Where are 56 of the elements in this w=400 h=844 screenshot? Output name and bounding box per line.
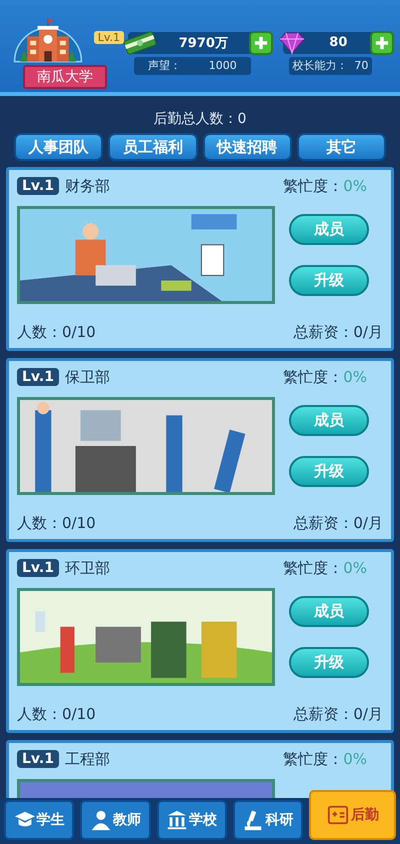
headcount-text: 人数：0/10 xyxy=(17,705,96,724)
school-level-tag: Lv.1 xyxy=(94,31,124,44)
microscope-icon xyxy=(242,809,264,831)
ability-value: 70 xyxy=(354,59,368,72)
reputation-value: 1000 xyxy=(208,59,237,72)
headcount-text: 人数：0/10 xyxy=(17,514,96,533)
cash-icon xyxy=(122,30,158,54)
nav-tab[interactable]: 学校 xyxy=(156,800,227,840)
busy-value: 0% xyxy=(343,176,367,194)
salary-text: 总薪资：0/月 xyxy=(293,514,383,533)
school-name-banner: 南瓜大学 xyxy=(23,65,107,89)
ability-label: 校长能力： xyxy=(292,58,348,73)
nav-tab[interactable]: 教师 xyxy=(80,800,151,840)
busy-label: 繁忙度： xyxy=(283,750,344,768)
logistics-total-text: 后勤总人数：0 xyxy=(152,110,248,129)
level-badge: Lv.1 xyxy=(17,368,59,386)
busy-label: 繁忙度： xyxy=(283,368,344,386)
building-columns-icon xyxy=(166,809,188,831)
reputation-label: 声望： xyxy=(148,58,181,73)
level-badge: Lv.1 xyxy=(17,750,59,768)
busy-value: 0% xyxy=(343,558,367,576)
level-badge: Lv.1 xyxy=(17,559,59,577)
category-tab[interactable]: 员工福利 xyxy=(108,133,198,161)
nav-tab[interactable]: 科研 xyxy=(232,800,304,840)
category-tab[interactable]: 快速招聘 xyxy=(202,133,292,161)
person-icon xyxy=(90,809,112,831)
busy-label: 繁忙度： xyxy=(283,558,344,576)
category-tab[interactable]: 其它 xyxy=(296,133,386,161)
department-name: 工程部 xyxy=(64,750,111,768)
salary-text: 总薪资：0/月 xyxy=(293,323,383,342)
money-value: 7970万 xyxy=(178,34,229,52)
department-name: 财务部 xyxy=(64,176,111,196)
plus-icon xyxy=(254,36,268,50)
department-action-button[interactable]: 成员 xyxy=(289,596,369,627)
department-action-button[interactable]: 成员 xyxy=(289,405,369,436)
department-action-button[interactable]: 升级 xyxy=(289,456,369,487)
busy-label: 繁忙度： xyxy=(283,176,344,194)
salary-text: 总薪资：0/月 xyxy=(293,705,383,724)
nav-tab[interactable]: 学生 xyxy=(4,800,74,840)
department-action-button[interactable]: 升级 xyxy=(289,647,369,678)
plus-icon xyxy=(375,36,389,50)
headcount-text: 人数：0/10 xyxy=(17,323,96,342)
department-name: 保卫部 xyxy=(64,368,111,386)
first-aid-board-icon xyxy=(326,804,350,826)
gem-icon xyxy=(276,30,307,54)
department-action-button[interactable]: 升级 xyxy=(289,265,369,296)
add-gems-button[interactable] xyxy=(370,30,394,54)
nav-tab[interactable]: 后勤 xyxy=(309,790,396,840)
level-badge: Lv.1 xyxy=(17,177,59,195)
department-action-button[interactable]: 成员 xyxy=(289,214,369,245)
department-name: 环卫部 xyxy=(64,558,111,578)
gem-value: 80 xyxy=(328,35,348,50)
add-money-button[interactable] xyxy=(248,30,273,54)
category-tab[interactable]: 人事团队 xyxy=(14,133,104,161)
busy-value: 0% xyxy=(343,368,367,386)
busy-value: 0% xyxy=(343,750,367,768)
